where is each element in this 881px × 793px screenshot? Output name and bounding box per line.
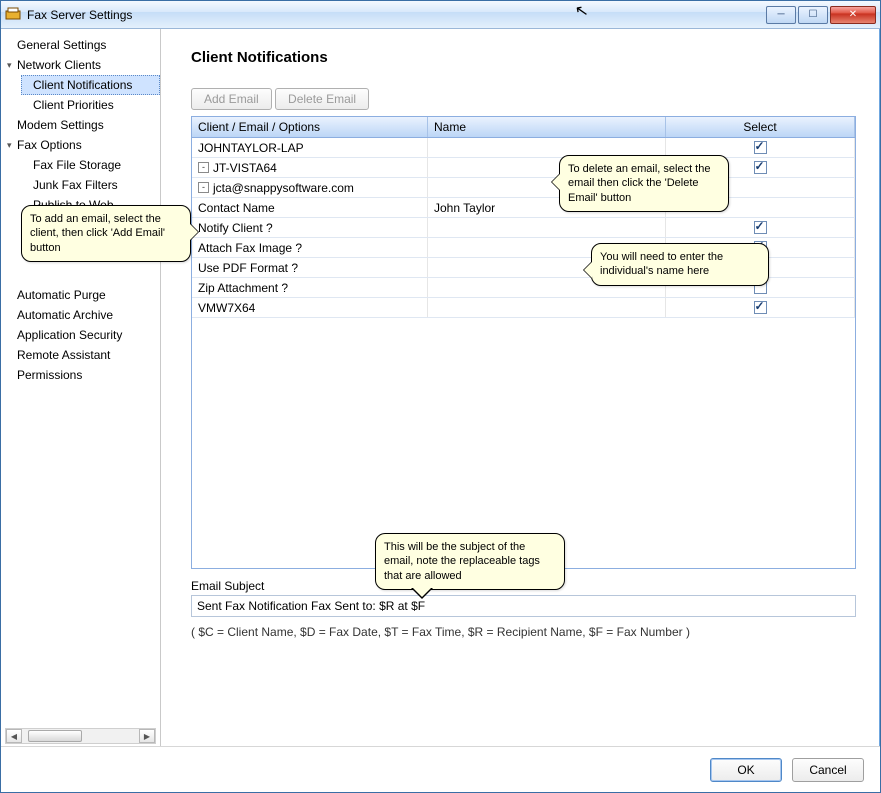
checkbox[interactable] (754, 141, 767, 154)
cell-client[interactable]: Use PDF Format ? (192, 258, 428, 277)
checkbox[interactable] (754, 221, 767, 234)
close-button[interactable]: ✕ (830, 6, 876, 24)
col-header-name[interactable]: Name (428, 117, 666, 137)
tree-item-network-clients[interactable]: Network Clients (5, 55, 160, 75)
scroll-thumb[interactable] (28, 730, 82, 742)
callout-add-email: To add an email, select the client, then… (21, 205, 191, 262)
page-title: Client Notifications (191, 49, 856, 66)
cell-name[interactable] (428, 298, 666, 317)
tree-item-client-notifications[interactable]: Client Notifications (21, 75, 160, 95)
callout-delete-email: To delete an email, select the email the… (559, 155, 729, 212)
dialog-button-bar: OK Cancel (1, 746, 880, 792)
settings-window: Fax Server Settings ─ ☐ ✕ ↖ General Sett… (0, 0, 881, 793)
cell-client[interactable]: VMW7X64 (192, 298, 428, 317)
scroll-left-icon[interactable]: ◀ (6, 729, 22, 743)
tree-item-application-security[interactable]: Application Security (5, 325, 160, 345)
grid-row[interactable]: VMW7X64 (192, 298, 855, 318)
cell-client[interactable]: Contact Name (192, 198, 428, 217)
grid-row[interactable]: -JT-VISTA64 (192, 158, 855, 178)
grid-row[interactable]: Contact NameJohn Taylor (192, 198, 855, 218)
sidebar-h-scrollbar[interactable]: ◀ ▶ (5, 728, 156, 744)
tree-item-modem-settings[interactable]: Modem Settings (5, 115, 160, 135)
expand-toggle-icon[interactable]: - (198, 162, 209, 173)
ok-button[interactable]: OK (710, 758, 782, 782)
cell-select[interactable] (666, 298, 855, 317)
tags-legend: ( $C = Client Name, $D = Fax Date, $T = … (191, 625, 856, 639)
delete-email-button[interactable]: Delete Email (275, 88, 369, 110)
cell-client[interactable]: -jcta@snappysoftware.com (192, 178, 428, 197)
titlebar[interactable]: Fax Server Settings ─ ☐ ✕ (1, 1, 880, 29)
add-email-button[interactable]: Add Email (191, 88, 272, 110)
callout-subject-tags: This will be the subject of the email, n… (375, 533, 565, 590)
minimize-button[interactable]: ─ (766, 6, 796, 24)
tree-item-automatic-archive[interactable]: Automatic Archive (5, 305, 160, 325)
scroll-right-icon[interactable]: ▶ (139, 729, 155, 743)
tree-item-fax-options[interactable]: Fax Options (5, 135, 160, 155)
grid-row[interactable]: Notify Client ? (192, 218, 855, 238)
grid-row[interactable]: JOHNTAYLOR-LAP (192, 138, 855, 158)
col-header-client[interactable]: Client / Email / Options (192, 117, 428, 137)
tree-item-client-priorities[interactable]: Client Priorities (21, 95, 160, 115)
tree-item-fax-file-storage[interactable]: Fax File Storage (21, 155, 160, 175)
tree-item-remote-assistant[interactable]: Remote Assistant (5, 345, 160, 365)
app-icon (5, 7, 21, 23)
window-title: Fax Server Settings (27, 8, 766, 22)
checkbox[interactable] (754, 301, 767, 314)
tree-item-general[interactable]: General Settings (5, 35, 160, 55)
maximize-button[interactable]: ☐ (798, 6, 828, 24)
expand-toggle-icon[interactable]: - (198, 182, 209, 193)
callout-enter-name: You will need to enter the individual's … (591, 243, 769, 286)
checkbox[interactable] (754, 161, 767, 174)
tree-item-automatic-purge[interactable]: Automatic Purge (5, 285, 160, 305)
sidebar: General Settings Network Clients Client … (1, 29, 161, 746)
tree-item-permissions[interactable]: Permissions (5, 365, 160, 385)
cancel-button[interactable]: Cancel (792, 758, 864, 782)
grid-row[interactable]: -jcta@snappysoftware.com (192, 178, 855, 198)
cell-client[interactable]: Notify Client ? (192, 218, 428, 237)
cell-client[interactable]: Attach Fax Image ? (192, 238, 428, 257)
email-subject-input[interactable] (191, 595, 856, 617)
tree-item-junk-fax-filters[interactable]: Junk Fax Filters (21, 175, 160, 195)
cell-name[interactable] (428, 218, 666, 237)
content-pane: Client Notifications Add Email Delete Em… (161, 29, 880, 746)
clients-grid[interactable]: Client / Email / Options Name Select JOH… (191, 116, 856, 569)
cell-client[interactable]: JOHNTAYLOR-LAP (192, 138, 428, 157)
col-header-select[interactable]: Select (666, 117, 855, 137)
cell-client[interactable]: -JT-VISTA64 (192, 158, 428, 177)
cell-client[interactable]: Zip Attachment ? (192, 278, 428, 297)
cell-select[interactable] (666, 218, 855, 237)
